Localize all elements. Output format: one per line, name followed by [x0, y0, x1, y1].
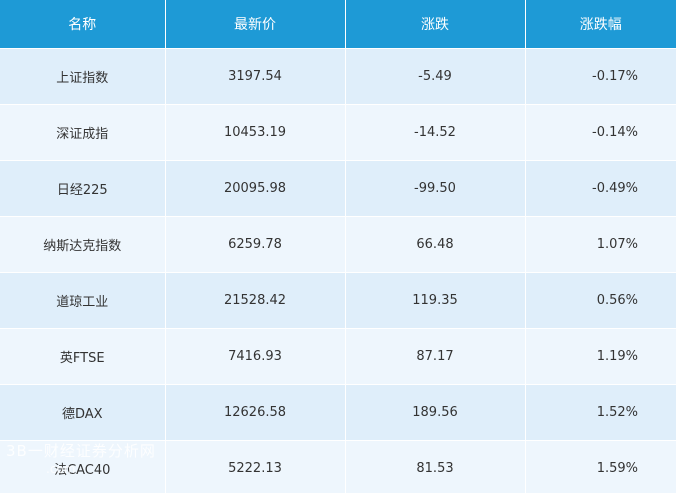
header-latest-price[interactable]: 最新价 [165, 0, 346, 49]
index-name-cell: 纳斯达克指数 [0, 216, 166, 273]
header-change[interactable]: 涨跌 [345, 0, 526, 49]
market-index-table: 名称 最新价 涨跌 涨跌幅 上证指数 3197.54 -5.49 -0.17% … [0, 0, 676, 493]
price-cell: 7416.93 [165, 328, 346, 385]
table-row[interactable]: 德DAX 12626.58 189.56 1.52% [0, 384, 676, 441]
price-cell: 3197.54 [165, 48, 346, 105]
table-row[interactable]: 道琼工业 21528.42 119.35 0.56% [0, 272, 676, 329]
table-row[interactable]: 上证指数 3197.54 -5.49 -0.17% [0, 48, 676, 105]
table-row[interactable]: 纳斯达克指数 6259.78 66.48 1.07% [0, 216, 676, 273]
change-percent-cell: -0.49% [525, 160, 676, 217]
price-cell: 5222.13 [165, 440, 346, 493]
change-cell: 87.17 [345, 328, 526, 385]
index-name-cell: 法CAC40 [0, 440, 166, 493]
table-row[interactable]: 英FTSE 7416.93 87.17 1.19% [0, 328, 676, 385]
change-percent-cell: 1.52% [525, 384, 676, 441]
header-name[interactable]: 名称 [0, 0, 166, 49]
index-name-cell: 英FTSE [0, 328, 166, 385]
header-change-percent[interactable]: 涨跌幅 [525, 0, 676, 49]
change-cell: 81.53 [345, 440, 526, 493]
change-percent-cell: 1.07% [525, 216, 676, 273]
index-name-cell: 上证指数 [0, 48, 166, 105]
index-name-cell: 日经225 [0, 160, 166, 217]
change-cell: 119.35 [345, 272, 526, 329]
price-cell: 12626.58 [165, 384, 346, 441]
change-cell: 189.56 [345, 384, 526, 441]
change-percent-cell: -0.17% [525, 48, 676, 105]
change-percent-cell: 1.19% [525, 328, 676, 385]
table-row[interactable]: 深证成指 10453.19 -14.52 -0.14% [0, 104, 676, 161]
index-name-cell: 道琼工业 [0, 272, 166, 329]
change-percent-cell: 0.56% [525, 272, 676, 329]
price-cell: 20095.98 [165, 160, 346, 217]
table-row[interactable]: 日经225 20095.98 -99.50 -0.49% [0, 160, 676, 217]
index-name-cell: 德DAX [0, 384, 166, 441]
index-name-cell: 深证成指 [0, 104, 166, 161]
change-cell: -5.49 [345, 48, 526, 105]
table-header-row: 名称 最新价 涨跌 涨跌幅 [0, 0, 676, 49]
table-row[interactable]: 法CAC40 5222.13 81.53 1.59% [0, 440, 676, 493]
change-cell: 66.48 [345, 216, 526, 273]
price-cell: 21528.42 [165, 272, 346, 329]
change-cell: -14.52 [345, 104, 526, 161]
price-cell: 10453.19 [165, 104, 346, 161]
change-percent-cell: 1.59% [525, 440, 676, 493]
change-cell: -99.50 [345, 160, 526, 217]
price-cell: 6259.78 [165, 216, 346, 273]
change-percent-cell: -0.14% [525, 104, 676, 161]
